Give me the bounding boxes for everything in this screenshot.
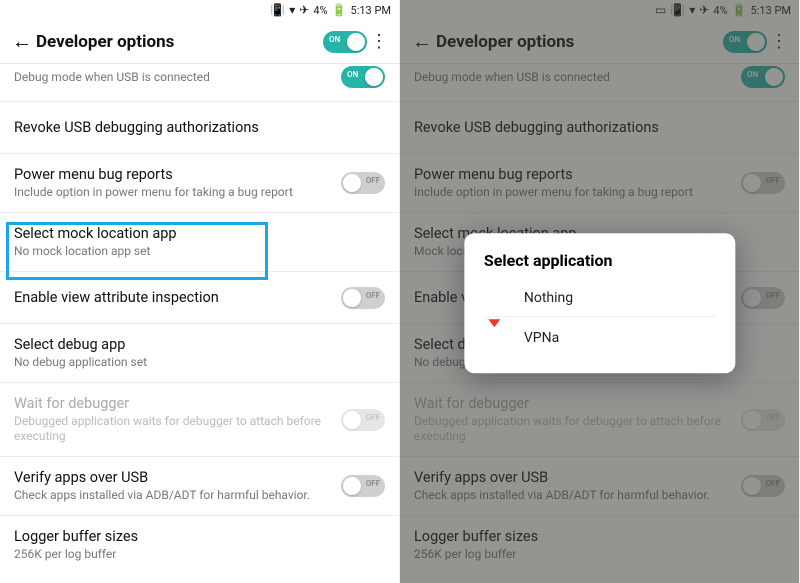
phone-left: 📳 ▾ ✈ 4% 🔋 5:13 PM ← Developer options ⋮… (0, 0, 400, 583)
row-title: Wait for debugger (14, 395, 331, 412)
page-title: Developer options (36, 32, 323, 52)
dialog-option-vpna[interactable]: VPNa (484, 316, 715, 359)
location-pin-icon (488, 327, 510, 349)
row-verify-usb[interactable]: Verify apps over USB Check apps installe… (0, 457, 399, 516)
row-view-attribute[interactable]: Enable view attribute inspection (0, 272, 399, 324)
row-title: Enable view attribute inspection (14, 289, 331, 306)
wait-toggle (341, 409, 385, 431)
option-label: VPNa (524, 330, 559, 346)
overflow-menu-icon[interactable]: ⋮ (367, 31, 391, 52)
airplane-icon: ✈ (299, 4, 309, 16)
row-title: Logger buffer sizes (14, 528, 385, 545)
row-subtitle: 256K per log buffer (14, 547, 385, 562)
statusbar: 📳 ▾ ✈ 4% 🔋 5:13 PM (0, 0, 399, 20)
row-title: Revoke USB debugging authorizations (14, 119, 385, 136)
select-application-dialog: Select application Nothing VPNa (464, 233, 735, 373)
row-title: Select debug app (14, 336, 385, 353)
phone-right: ▭ 📳 ▾ ✈ 4% 🔋 5:13 PM ← Developer options… (400, 0, 800, 583)
row-subtitle: No debug application set (14, 355, 385, 370)
row-title: Verify apps over USB (14, 469, 331, 486)
bug-report-toggle[interactable] (341, 172, 385, 194)
dialog-title: Select application (484, 251, 715, 270)
row-mock-location[interactable]: Select mock location app No mock locatio… (0, 213, 399, 272)
dialog-option-nothing[interactable]: Nothing (484, 280, 715, 316)
settings-list: Debug mode when USB is connected Revoke … (0, 64, 399, 574)
master-toggle[interactable] (323, 31, 367, 53)
row-wait-debugger: Wait for debugger Debugged application w… (0, 383, 399, 457)
row-logger-buffer[interactable]: Logger buffer sizes 256K per log buffer (0, 516, 399, 574)
row-title: Power menu bug reports (14, 166, 331, 183)
usb-debug-toggle[interactable] (341, 66, 385, 88)
back-button[interactable]: ← (8, 29, 36, 54)
option-label: Nothing (524, 290, 573, 306)
battery-icon: 🔋 (332, 4, 347, 16)
row-subtitle: No mock location app set (14, 244, 385, 259)
clock: 5:13 PM (351, 4, 391, 17)
row-bug-reports[interactable]: Power menu bug reports Include option in… (0, 154, 399, 213)
row-select-debug-app[interactable]: Select debug app No debug application se… (0, 324, 399, 383)
appbar: ← Developer options ⋮ (0, 20, 399, 64)
row-usb-debugging[interactable]: Debug mode when USB is connected (0, 64, 399, 102)
row-subtitle: Debugged application waits for debugger … (14, 414, 331, 444)
vibrate-icon: 📳 (270, 4, 285, 16)
battery-percent: 4% (313, 4, 327, 17)
row-revoke-usb[interactable]: Revoke USB debugging authorizations (0, 102, 399, 154)
row-subtitle: Include option in power menu for taking … (14, 185, 331, 200)
verify-toggle[interactable] (341, 475, 385, 497)
attr-toggle[interactable] (341, 287, 385, 309)
wifi-icon: ▾ (289, 4, 295, 16)
row-title: Select mock location app (14, 225, 385, 242)
row-subtitle: Debug mode when USB is connected (14, 70, 331, 85)
row-subtitle: Check apps installed via ADB/ADT for har… (14, 488, 331, 503)
